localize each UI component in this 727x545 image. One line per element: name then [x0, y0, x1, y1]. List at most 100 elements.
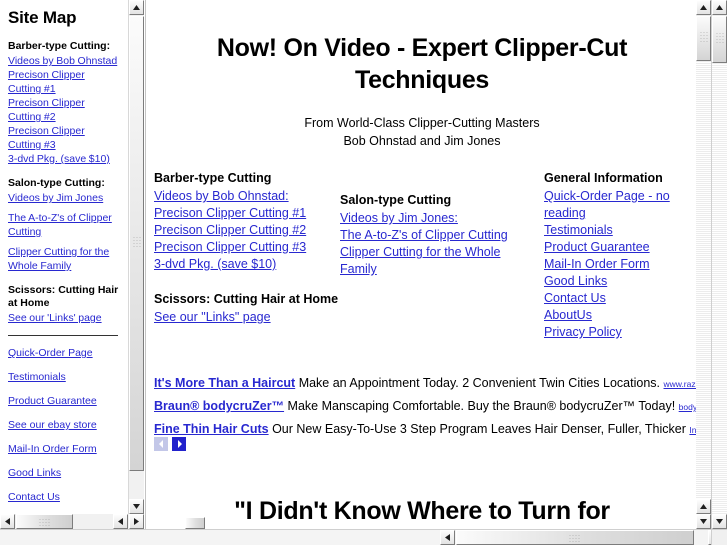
main-vertical-scrollbar[interactable] [696, 0, 711, 529]
column-subsection-scissors: Scissors: Cutting Hair at Home See our "… [154, 291, 339, 326]
link-good-links[interactable]: Good Links [544, 273, 700, 290]
column-heading-salon: Salon-type Cutting [340, 193, 452, 207]
link-videos-by-jim-jones[interactable]: Videos by Jim Jones: [340, 210, 540, 227]
column-general-information: General Information Quick-Order Page - n… [544, 170, 700, 341]
sidebar-heading-scissors: Scissors: Cutting Hair at Home [8, 284, 119, 309]
sidebar-scroll-thumb[interactable] [129, 16, 144, 471]
window-hscroll-thumb[interactable] [456, 530, 694, 545]
link-contact-us[interactable]: Contact Us [544, 290, 700, 307]
section-heading-testimonial: "I Didn't Know Where to Turn for [234, 497, 610, 525]
link-mail-in-order-form[interactable]: Mail-In Order Form [544, 256, 700, 273]
promo-text-bodycruzer: Make Manscaping Comfortable. Buy the Bra… [287, 399, 676, 413]
sidebar-link-3-dvd-package[interactable]: 3-dvd Pkg. (save $10) [8, 152, 120, 166]
link-precison-clipper-cutting-3[interactable]: Precison Clipper Cutting #3 [154, 239, 339, 256]
main-content-frame: Now! On Video - Expert Clipper-Cut Techn… [145, 0, 711, 529]
scroll-down-icon[interactable] [129, 499, 144, 514]
sidebar-link-product-guarantee[interactable]: Product Guarantee [8, 394, 120, 408]
link-product-guarantee[interactable]: Product Guarantee [544, 239, 700, 256]
scroll-up-icon[interactable] [696, 0, 711, 15]
window-vertical-scrollbar[interactable] [711, 0, 727, 529]
chevron-left-icon [158, 440, 163, 448]
promo-title-bodycruzer[interactable]: Braun® bodycruZer™ [154, 399, 284, 413]
sidebar-link-precison-clipper-cutting-1[interactable]: Precison Clipper Cutting #1 [8, 68, 120, 96]
sidebar-link-ebay-store[interactable]: See our ebay store [8, 418, 120, 432]
sidebar-link-quick-order-page[interactable]: Quick-Order Page [8, 346, 120, 360]
column-barber-type-cutting: Barber-type Cutting Videos by Bob Ohnsta… [154, 170, 339, 326]
sidebar-hscroll-thumb[interactable] [16, 514, 73, 529]
link-see-our-links-page[interactable]: See our "Links" page [154, 309, 339, 326]
sidebar-link-precison-clipper-cutting-3[interactable]: Precison Clipper Cutting #3 [8, 124, 120, 152]
promo-prev-button[interactable] [154, 437, 168, 451]
scrollbar-corner [711, 529, 727, 545]
scroll-left-icon[interactable] [440, 530, 455, 545]
link-clipper-cutting-whole-family[interactable]: Clipper Cutting for the Whole Family [340, 244, 540, 278]
grip-icon [569, 529, 581, 545]
link-a-to-zs-of-clipper-cutting[interactable]: The A-to-Z's of Clipper Cutting [340, 227, 540, 244]
grip-icon [700, 30, 707, 48]
link-testimonials[interactable]: Testimonials [544, 222, 700, 239]
sidebar-link-contact-us[interactable]: Contact Us [8, 490, 120, 504]
main-scroll-thumb[interactable] [696, 16, 711, 61]
link-columns: Barber-type Cutting Videos by Bob Ohnsta… [146, 170, 698, 360]
scroll-up-icon[interactable] [129, 0, 144, 15]
sidebar-link-precison-clipper-cutting-2[interactable]: Precison Clipper Cutting #2 [8, 96, 120, 124]
promo-pagination [154, 437, 186, 451]
promo-title-fine-thin-hair[interactable]: Fine Thin Hair Cuts [154, 422, 269, 436]
chevron-right-icon [177, 440, 182, 448]
column-heading-scissors: Scissors: Cutting Hair at Home [154, 292, 339, 306]
promo-row: Braun® bodycruZer™ Make Manscaping Comfo… [154, 395, 699, 418]
scroll-thumb-fragment[interactable] [185, 517, 205, 529]
sidebar-title: Site Map [8, 8, 77, 27]
scroll-left-icon-secondary[interactable] [113, 514, 128, 529]
sidebar-vertical-scrollbar[interactable] [128, 0, 144, 514]
column-salon-type-cutting: Salon-type Cutting Videos by Jim Jones: … [340, 192, 540, 278]
promo-row: It's More Than a Haircut Make an Appoint… [154, 372, 699, 395]
scroll-up-icon[interactable] [712, 0, 727, 15]
sidebar-link-good-links[interactable]: Good Links [8, 466, 120, 480]
sidebar-link-testimonials[interactable]: Testimonials [8, 370, 120, 384]
sidebar-heading-barber: Barber-type Cutting: [8, 40, 111, 52]
promo-title-haircut[interactable]: It's More Than a Haircut [154, 376, 295, 390]
sidebar-link-videos-bob-ohnstad[interactable]: Videos by Bob Ohnstad [8, 54, 120, 68]
link-precison-clipper-cutting-1[interactable]: Precison Clipper Cutting #1 [154, 205, 339, 222]
column-heading-barber: Barber-type Cutting [154, 171, 272, 185]
sidebar-divider [8, 335, 118, 336]
scroll-down-icon[interactable] [696, 514, 711, 529]
grip-icon [133, 235, 140, 253]
sidebar-content: Site Map Barber-type Cutting: Videos by … [0, 0, 128, 514]
scroll-down-icon[interactable] [712, 514, 727, 529]
link-quick-order-page[interactable]: Quick-Order Page - no reading [544, 188, 700, 222]
link-3-dvd-package[interactable]: 3-dvd Pkg. (save $10) [154, 256, 339, 273]
browser-window: Site Map Barber-type Cutting: Videos by … [0, 0, 727, 545]
page-viewport: Site Map Barber-type Cutting: Videos by … [0, 0, 711, 529]
promo-text-haircut: Make an Appointment Today. 2 Convenient … [298, 376, 661, 390]
sidebar-link-a-to-zs-of-clipper-cutting[interactable]: The A-to-Z's of Clipper Cutting [8, 211, 120, 239]
page-title: Now! On Video - Expert Clipper-Cut Techn… [216, 34, 628, 94]
sidebar-horizontal-scrollbar[interactable] [0, 514, 144, 529]
window-vscroll-thumb[interactable] [712, 16, 727, 63]
sidebar-link-clipper-cutting-whole-family[interactable]: Clipper Cutting for the Whole Family [8, 245, 120, 273]
scroll-right-icon[interactable] [129, 514, 144, 529]
window-horizontal-scrollbar[interactable] [0, 529, 727, 545]
promo-url-haircut[interactable]: www.razeformer [664, 379, 700, 389]
sidebar-frame: Site Map Barber-type Cutting: Videos by … [0, 0, 144, 529]
promo-text-fine-thin-hair: Our New Easy-To-Use 3 Step Program Leave… [272, 422, 686, 436]
sidebar-link-see-our-links-page[interactable]: See our 'Links' page [8, 311, 120, 325]
sidebar-heading-salon: Salon-type Cutting: [8, 177, 105, 189]
column-heading-general-information: General Information [544, 171, 663, 185]
link-privacy-policy[interactable]: Privacy Policy [544, 324, 700, 341]
main-content: Now! On Video - Expert Clipper-Cut Techn… [146, 0, 699, 525]
page-subtitle-line2: Bob Ohnstad and Jim Jones [343, 134, 501, 148]
scroll-up-icon-secondary[interactable] [696, 499, 711, 514]
sidebar-link-mail-in-order-form[interactable]: Mail-In Order Form [8, 442, 120, 456]
link-precison-clipper-cutting-2[interactable]: Precison Clipper Cutting #2 [154, 222, 339, 239]
promo-next-button[interactable] [172, 437, 186, 451]
page-subtitle-line1: From World-Class Clipper-Cutting Masters [304, 116, 540, 130]
promo-row: Fine Thin Hair Cuts Our New Easy-To-Use … [154, 418, 699, 441]
link-videos-by-bob-ohnstad[interactable]: Videos by Bob Ohnstad: [154, 188, 339, 205]
sidebar-link-videos-jim-jones[interactable]: Videos by Jim Jones [8, 191, 120, 205]
link-about-us[interactable]: AboutUs [544, 307, 700, 324]
scroll-left-icon[interactable] [0, 514, 15, 529]
